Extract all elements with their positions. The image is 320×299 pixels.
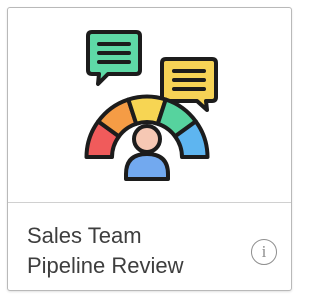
report-tile[interactable]: Sales Team Pipeline Review i [7, 7, 292, 291]
sales-pipeline-review-icon [84, 30, 218, 181]
person-icon [124, 124, 170, 181]
tile-title-line-1[interactable]: Sales Team [27, 221, 227, 251]
green-chat-bubble-icon [86, 30, 142, 86]
tile-title-line-2[interactable]: Pipeline Review [27, 251, 227, 281]
tile-illustration [8, 8, 291, 202]
tile-divider [8, 202, 291, 203]
info-icon[interactable]: i [251, 239, 277, 265]
tile-title[interactable]: Sales Team Pipeline Review [27, 221, 227, 281]
